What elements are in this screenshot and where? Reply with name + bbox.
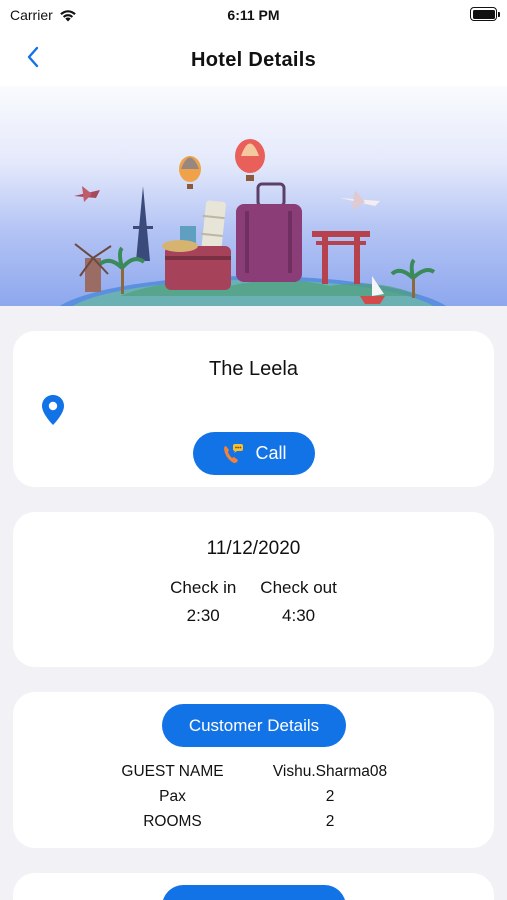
customer-details-label: Customer Details [188, 715, 320, 735]
big-suitcase [236, 182, 302, 282]
hotel-info-card: The Leela Call [13, 331, 494, 487]
booking-times-card: 11/12/2020 Check in 2:30 Check out 4:30 [13, 512, 494, 667]
travel-illustration [59, 139, 447, 306]
detail-value: 2 [325, 812, 335, 830]
detail-row-rooms: ROOMS 2 [13, 809, 494, 834]
check-in-time: 2:30 [186, 606, 220, 625]
next-section-card [13, 873, 494, 900]
status-time: 6:11 PM [227, 7, 280, 23]
small-suitcase [162, 240, 231, 290]
customer-details-table: GUEST NAME Vishu.Sharma08 Pax 2 ROOMS 2 [13, 759, 494, 834]
plane-left [74, 186, 100, 202]
detail-label: Pax [159, 787, 186, 805]
check-in-column: Check in 2:30 [170, 578, 236, 626]
check-in-label: Check in [170, 578, 237, 597]
detail-row-guest-name: GUEST NAME Vishu.Sharma08 [13, 759, 494, 784]
map-pin-icon[interactable] [41, 394, 65, 426]
call-button-label: Call [255, 443, 287, 463]
page-title: Hotel Details [190, 49, 317, 71]
plane-right [340, 190, 380, 210]
call-button[interactable]: Call [193, 432, 315, 475]
check-times: Check in 2:30 Check out 4:30 [13, 578, 494, 626]
status-bar: Carrier 6:11 PM [0, 0, 507, 30]
check-out-label: Check out [260, 578, 337, 597]
detail-value: Vishu.Sharma08 [272, 762, 388, 780]
customer-details-card: Customer Details GUEST NAME Vishu.Sharma… [13, 692, 494, 848]
battery-icon [470, 7, 500, 21]
balloon-1 [179, 156, 201, 189]
eiffel-tower [133, 186, 153, 261]
next-section-button[interactable] [162, 885, 346, 900]
hotel-name: The Leela [209, 358, 298, 380]
detail-row-pax: Pax 2 [13, 784, 494, 809]
customer-details-button[interactable]: Customer Details [162, 704, 346, 747]
travel-banner-image [0, 86, 507, 306]
check-out-time: 4:30 [282, 606, 316, 625]
booking-date: 11/12/2020 [206, 538, 301, 559]
detail-value: 2 [325, 787, 335, 805]
navigation-bar: Hotel Details [0, 30, 507, 86]
phone-chat-icon [224, 443, 244, 463]
detail-label: ROOMS [143, 812, 202, 830]
balloon-2 [235, 139, 265, 181]
detail-label: GUEST NAME [121, 762, 224, 780]
torii-gate [312, 231, 370, 284]
check-out-column: Check out 4:30 [260, 578, 337, 626]
